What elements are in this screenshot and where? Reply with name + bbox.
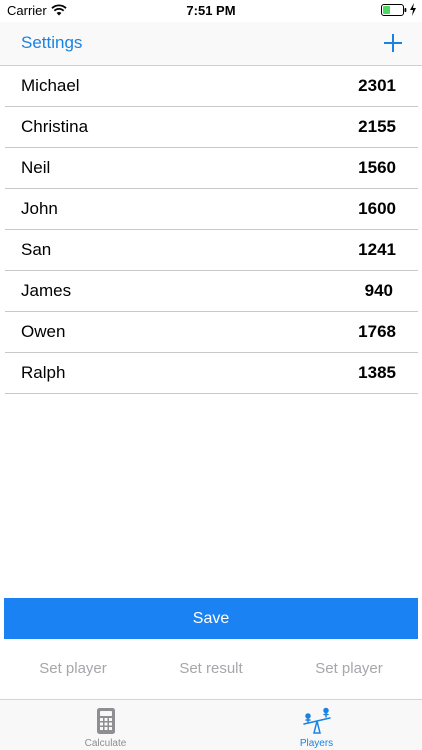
- player-row[interactable]: Neil 1560: [5, 148, 418, 189]
- player-name: Christina: [21, 117, 89, 136]
- player-rating: 2155: [358, 117, 396, 136]
- action-row: Set player Set result Set player: [0, 660, 422, 680]
- calculator-icon: [96, 708, 115, 734]
- player-rating: 1768: [358, 322, 396, 341]
- player-row[interactable]: Christina 2155: [5, 107, 418, 148]
- player-row[interactable]: Owen 1768: [5, 312, 418, 353]
- tab-label: Players: [299, 738, 334, 749]
- set-player-button[interactable]: Set player: [3, 660, 143, 677]
- player-rating: 1560: [358, 158, 396, 177]
- app-screen: Carrier 7:51 PM Settings Michael 2301 Ch…: [0, 0, 422, 750]
- player-row[interactable]: James 940: [5, 271, 418, 312]
- player-name: Michael: [21, 76, 80, 95]
- save-button[interactable]: Save: [4, 598, 418, 639]
- set-result-button[interactable]: Set result: [141, 660, 281, 677]
- tab-label: Calculate: [84, 738, 127, 749]
- tab-bar: Calculate Players: [0, 699, 422, 750]
- tab-calculate[interactable]: Calculate: [0, 700, 211, 750]
- player-name: Ralph: [21, 363, 66, 382]
- plus-icon[interactable]: [382, 32, 404, 54]
- player-name: San: [21, 240, 52, 259]
- set-player-button[interactable]: Set player: [279, 660, 419, 677]
- battery-icon: [381, 4, 407, 16]
- navigation-bar: Settings: [0, 22, 422, 66]
- tab-players[interactable]: Players: [211, 700, 422, 750]
- seesaw-icon: [302, 707, 331, 734]
- player-row[interactable]: Ralph 1385: [5, 353, 418, 394]
- status-bar: Carrier 7:51 PM: [0, 0, 422, 22]
- player-rating: 940: [364, 281, 393, 300]
- charging-bolt-icon: [410, 3, 416, 16]
- player-rating: 1385: [358, 363, 396, 382]
- player-rating: 1241: [358, 240, 396, 259]
- player-row[interactable]: John 1600: [5, 189, 418, 230]
- player-name: Owen: [21, 322, 66, 341]
- player-name: James: [21, 281, 72, 300]
- player-row[interactable]: San 1241: [5, 230, 418, 271]
- player-rating: 1600: [358, 199, 396, 218]
- player-list: Michael 2301 Christina 2155 Neil 1560 Jo…: [0, 66, 422, 394]
- player-row[interactable]: Michael 2301: [5, 66, 418, 107]
- player-name: Neil: [21, 158, 51, 177]
- status-time: 7:51 PM: [186, 3, 236, 18]
- player-rating: 2301: [358, 76, 396, 95]
- settings-button[interactable]: Settings: [21, 33, 82, 53]
- player-name: John: [21, 199, 58, 218]
